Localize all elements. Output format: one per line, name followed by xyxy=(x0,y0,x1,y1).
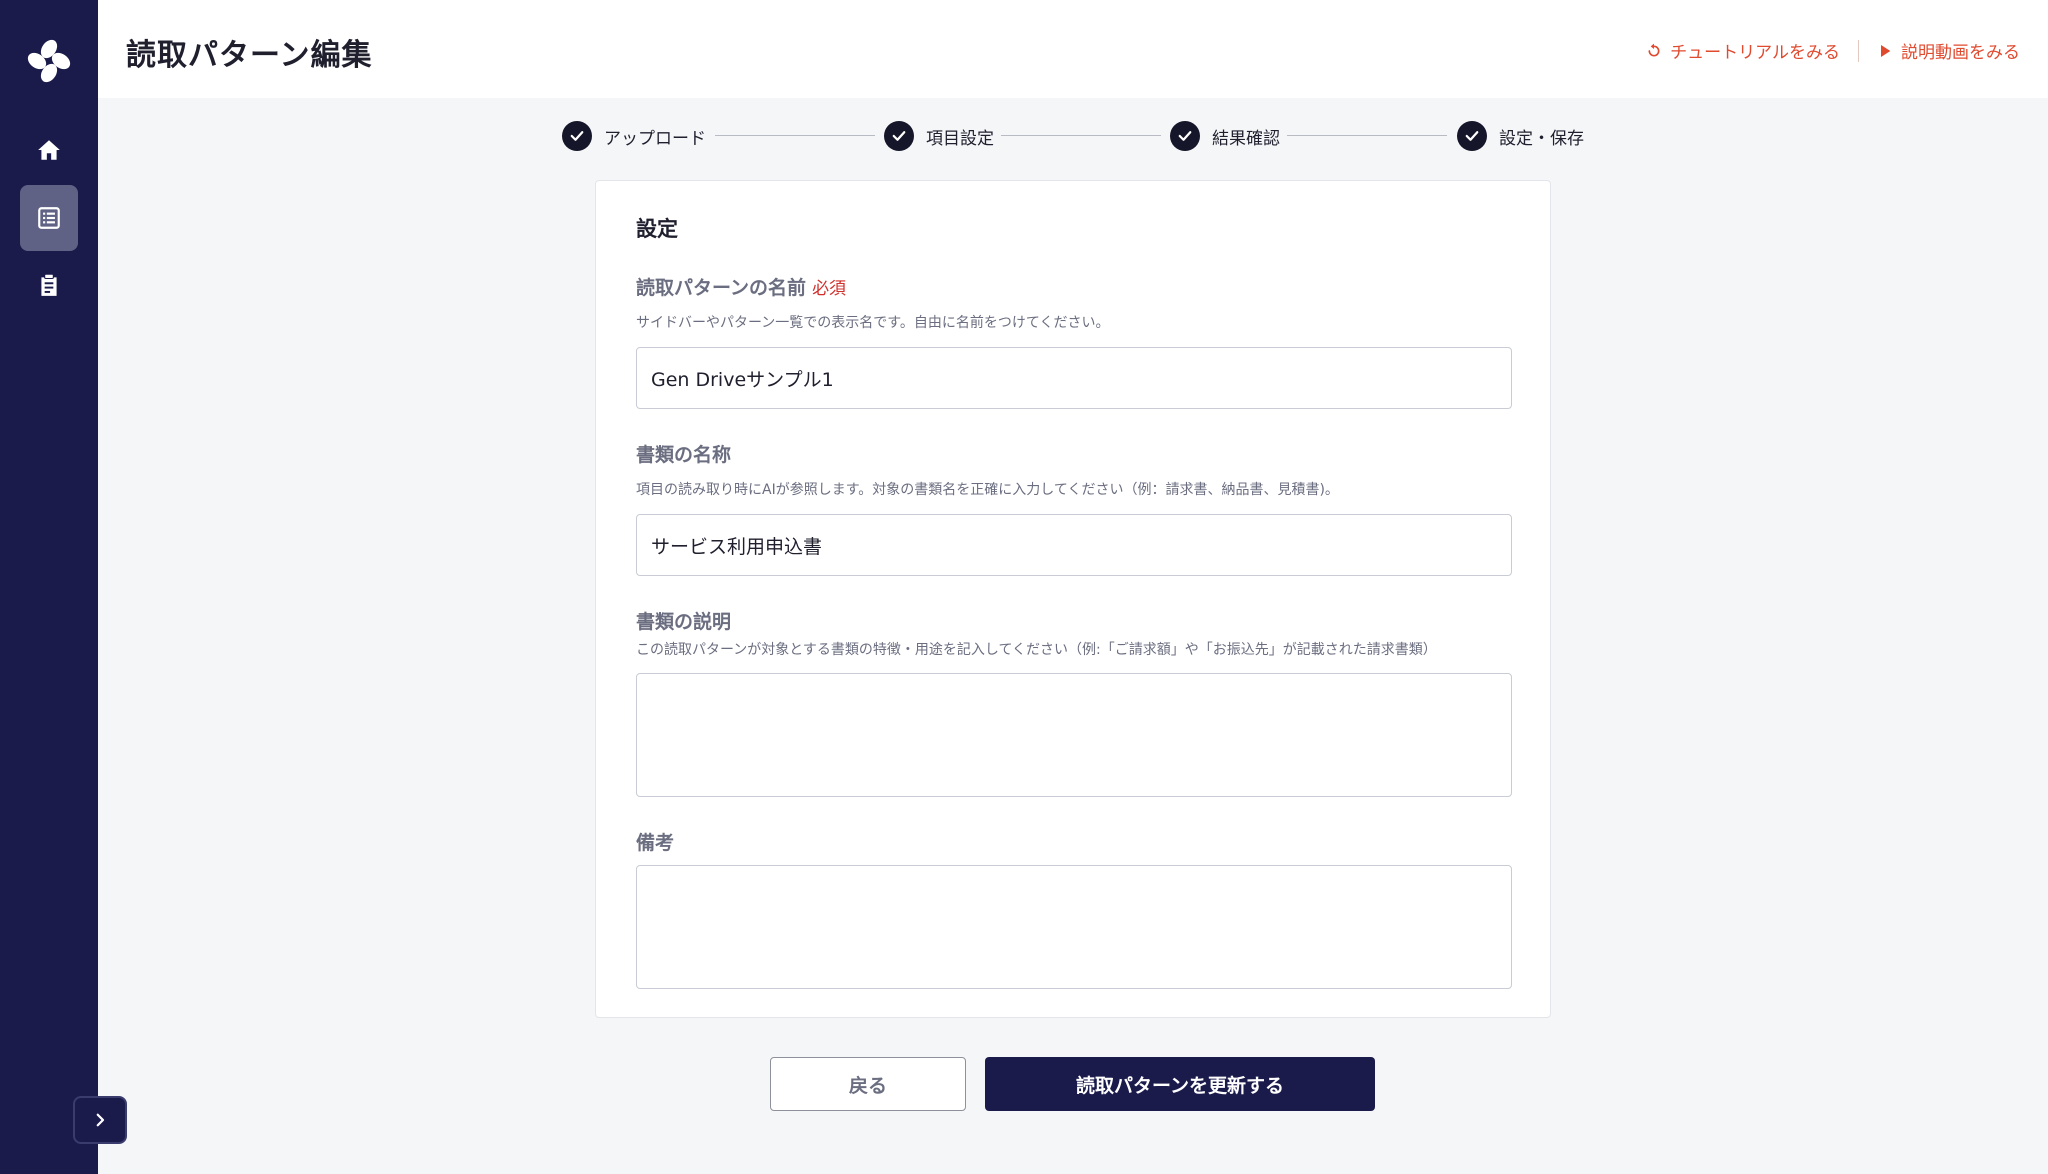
pattern-name-label-text: 読取パターンの名前 xyxy=(636,277,807,299)
pattern-name-input[interactable]: Gen Driveサンプル1 xyxy=(636,347,1512,409)
video-link-label: 説明動画をみる xyxy=(1901,43,2020,63)
notes-textarea[interactable] xyxy=(636,865,1512,989)
header-divider xyxy=(1858,39,1859,62)
page-header: 読取パターン編集 チュートリアルをみる 説明動画をみる xyxy=(98,0,2048,98)
check-icon xyxy=(562,121,592,151)
step-label: 設定・保存 xyxy=(1499,128,1584,149)
document-name-help: 項目の読み取り時にAIが参照します。対象の書類名を正確に入力してください（例：請… xyxy=(636,482,1339,498)
sidebar-item-tasks[interactable] xyxy=(20,252,78,318)
tutorial-link-label: チュートリアルをみる xyxy=(1670,43,1840,63)
check-icon xyxy=(1170,121,1200,151)
step-connector xyxy=(1001,135,1161,136)
app-root: 読取パターン編集 チュートリアルをみる 説明動画をみる アップロード 項目設定 … xyxy=(0,0,2048,1174)
pattern-name-value: Gen Driveサンプル1 xyxy=(651,368,834,391)
section-title: 設定 xyxy=(636,217,678,241)
document-name-value: サービス利用申込書 xyxy=(651,535,823,558)
step-label: アップロード xyxy=(604,128,706,149)
list-icon xyxy=(38,207,60,229)
tutorial-link[interactable]: チュートリアルをみる xyxy=(1646,38,1840,63)
pattern-name-help: サイドバーやパターン一覧での表示名です。自由に名前をつけてください。 xyxy=(636,315,1110,331)
sidebar-item-home[interactable] xyxy=(20,117,78,183)
sidebar-item-patterns[interactable] xyxy=(20,185,78,251)
step-field-settings: 項目設定 xyxy=(884,120,994,152)
document-description-label: 書類の説明 xyxy=(636,611,732,633)
video-link[interactable]: 説明動画をみる xyxy=(1877,38,2020,63)
check-icon xyxy=(884,121,914,151)
play-icon xyxy=(1881,44,1891,57)
document-description-help: この読取パターンが対象とする書類の特徴・用途を記入してください（例:「ご請求額」… xyxy=(636,642,1437,658)
header-links: チュートリアルをみる 説明動画をみる xyxy=(1646,38,2020,63)
step-result-check: 結果確認 xyxy=(1170,120,1280,152)
home-icon xyxy=(38,140,60,160)
notes-label: 備考 xyxy=(636,832,675,854)
update-pattern-button[interactable]: 読取パターンを更新する xyxy=(985,1057,1375,1111)
progress-stepper: アップロード 項目設定 結果確認 設定・保存 xyxy=(562,120,1584,152)
replay-icon xyxy=(1648,43,1660,56)
required-badge: 必須 xyxy=(812,279,847,299)
document-name-label: 書類の名称 xyxy=(636,444,732,466)
document-name-input[interactable]: サービス利用申込書 xyxy=(636,514,1512,576)
clipboard-icon xyxy=(41,273,57,296)
step-label: 結果確認 xyxy=(1212,128,1280,149)
step-save: 設定・保存 xyxy=(1457,120,1584,152)
settings-card: 設定 読取パターンの名前 必須 サイドバーやパターン一覧での表示名です。自由に名前… xyxy=(595,180,1551,1018)
step-upload: アップロード xyxy=(562,120,706,152)
step-label: 項目設定 xyxy=(926,128,994,149)
sidebar-expand-button[interactable] xyxy=(73,1096,127,1144)
check-icon xyxy=(1457,121,1487,151)
pattern-name-label: 読取パターンの名前 必須 xyxy=(636,273,846,300)
sidebar xyxy=(0,0,98,1174)
step-connector xyxy=(1287,135,1447,136)
step-connector xyxy=(715,135,875,136)
back-button[interactable]: 戻る xyxy=(770,1057,966,1111)
app-logo-icon[interactable] xyxy=(25,37,73,85)
document-description-textarea[interactable] xyxy=(636,673,1512,797)
chevron-right-icon xyxy=(96,1113,105,1127)
page-title: 読取パターン編集 xyxy=(126,38,373,73)
